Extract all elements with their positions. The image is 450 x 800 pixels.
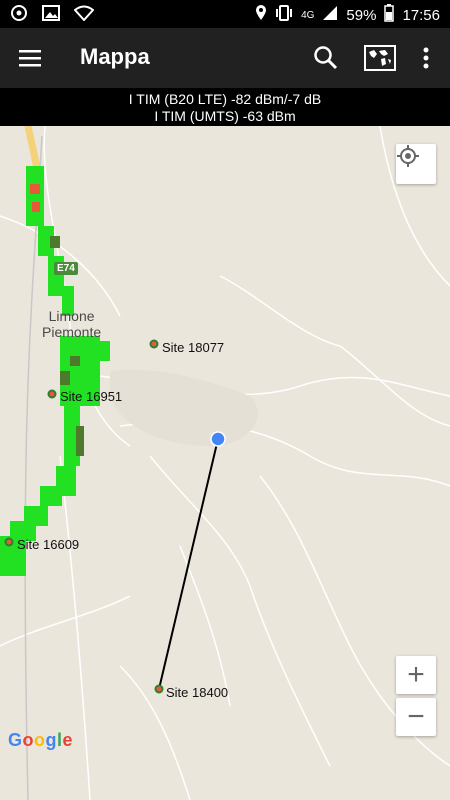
search-button[interactable] bbox=[302, 28, 350, 88]
image-icon bbox=[42, 5, 60, 25]
zoom-in-button[interactable]: + bbox=[396, 656, 436, 694]
signal-icon bbox=[322, 5, 338, 25]
app-bar: Mappa bbox=[0, 28, 450, 88]
site-marker-16951[interactable] bbox=[47, 389, 57, 399]
whatsapp-icon bbox=[10, 4, 28, 26]
status-right: 4G 59% 17:56 bbox=[255, 4, 440, 26]
town-label-line1: Limone bbox=[48, 308, 95, 324]
signal-info-lte: I TIM (B20 LTE) -82 dBm/-7 dB bbox=[128, 91, 322, 107]
wifi-icon bbox=[73, 5, 95, 25]
status-left bbox=[10, 4, 95, 26]
coverage-tiles bbox=[0, 166, 110, 576]
page-title: Mappa bbox=[80, 44, 150, 69]
my-location-button[interactable] bbox=[396, 144, 436, 184]
site-marker-16609[interactable] bbox=[4, 537, 14, 547]
signal-info-bar: I TIM (B20 LTE) -82 dBm/-7 dB I TIM (UMT… bbox=[0, 88, 450, 126]
map-type-button[interactable] bbox=[356, 28, 404, 88]
more-vert-icon bbox=[423, 47, 429, 69]
hamburger-icon bbox=[19, 50, 41, 67]
search-icon bbox=[314, 46, 338, 70]
world-map-icon bbox=[364, 45, 396, 71]
site-label-18400[interactable]: Site 18400 bbox=[166, 685, 228, 700]
google-logo: Google bbox=[8, 730, 74, 750]
battery-percent: 59% bbox=[346, 6, 377, 24]
vibrate-icon bbox=[275, 5, 293, 25]
menu-button[interactable] bbox=[6, 28, 54, 88]
signal-info-umts: I TIM (UMTS) -63 dBm bbox=[154, 108, 296, 124]
crosshair-icon bbox=[397, 145, 419, 167]
site-marker-18400[interactable] bbox=[154, 684, 164, 694]
network-badge: 4G bbox=[301, 9, 315, 21]
zoom-out-button[interactable]: − bbox=[396, 698, 436, 736]
road-badge: E74 bbox=[54, 262, 78, 275]
location-pin-icon bbox=[255, 5, 267, 25]
site-label-16951[interactable]: Site 16951 bbox=[60, 389, 122, 404]
site-label-16609[interactable]: Site 16609 bbox=[17, 537, 79, 552]
overflow-menu-button[interactable] bbox=[402, 28, 450, 88]
map-view[interactable]: E74 Limone Piemonte Site 18077 Site 1695… bbox=[0, 126, 450, 800]
site-marker-18077[interactable] bbox=[149, 339, 159, 349]
my-location-dot bbox=[210, 431, 226, 447]
battery-icon bbox=[384, 4, 395, 26]
clock: 17:56 bbox=[402, 6, 440, 24]
town-label: Limone Piemonte bbox=[42, 308, 101, 340]
site-label-18077[interactable]: Site 18077 bbox=[162, 340, 224, 355]
town-area bbox=[110, 369, 258, 446]
town-label-line2: Piemonte bbox=[42, 324, 102, 340]
status-bar: 4G 59% 17:56 bbox=[0, 0, 450, 28]
